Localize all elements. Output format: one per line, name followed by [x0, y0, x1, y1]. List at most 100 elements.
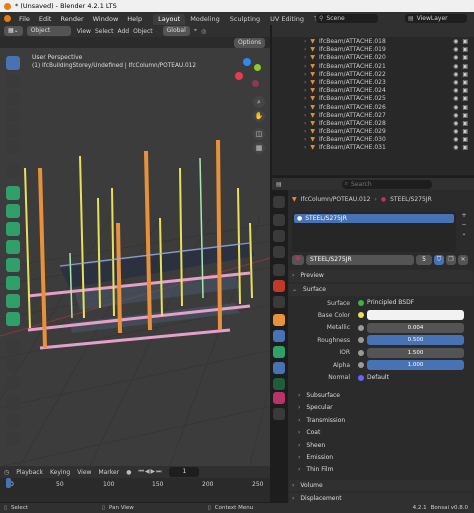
- wall-tool-icon[interactable]: [6, 186, 20, 200]
- pan-hand-icon[interactable]: ✋: [253, 110, 265, 122]
- transform-tool-icon[interactable]: [6, 140, 20, 154]
- cursor-tool-icon[interactable]: [6, 74, 20, 88]
- gizmo-z-axis[interactable]: [243, 58, 251, 66]
- physics-tab-icon[interactable]: [273, 346, 285, 358]
- subsection-transmission[interactable]: Transmission: [298, 415, 345, 426]
- fake-user-shield-icon[interactable]: ⛉: [434, 255, 444, 265]
- expand-chevron-icon[interactable]: ›: [304, 136, 306, 144]
- expand-chevron-icon[interactable]: ›: [304, 104, 306, 112]
- expand-chevron-icon[interactable]: ›: [304, 38, 306, 46]
- view-menu[interactable]: View: [77, 469, 91, 476]
- grid-tool-icon[interactable]: [6, 432, 20, 446]
- camera-view-icon[interactable]: ◫: [253, 128, 265, 140]
- viewport-3d[interactable]: User Perspective (1) IfcBuildingStorey/U…: [0, 48, 270, 466]
- output-tab-icon[interactable]: [273, 230, 285, 242]
- expand-chevron-icon[interactable]: ›: [304, 71, 306, 79]
- subsection-emission[interactable]: Emission: [298, 452, 333, 463]
- cube-tool-icon[interactable]: [6, 376, 20, 390]
- transform-orientation-select[interactable]: Global: [162, 26, 190, 36]
- gizmo-x-axis[interactable]: [235, 72, 243, 80]
- expand-chevron-icon[interactable]: ›: [304, 87, 306, 95]
- visibility-eye-icon[interactable]: ◉: [453, 128, 458, 136]
- material-name-field[interactable]: STEEL/S275JR: [306, 255, 414, 265]
- texture-tab-icon[interactable]: [273, 408, 285, 420]
- input-value[interactable]: 0.500: [367, 335, 464, 345]
- outliner-row[interactable]: › ▼ IfcBeam/ATTACHE.027 ◉ ▣: [272, 112, 474, 120]
- visibility-eye-icon[interactable]: ◉: [453, 71, 458, 79]
- select-box-tool-icon[interactable]: [6, 56, 20, 70]
- material-slot-list[interactable]: ● STEEL/S275JR: [292, 212, 456, 252]
- structural-tool-icon[interactable]: [6, 340, 20, 354]
- material-tab-icon[interactable]: [273, 392, 285, 404]
- camera-render-icon[interactable]: ▣: [462, 104, 468, 112]
- outliner-row[interactable]: › ▼ IfcBeam/ATTACHE.029 ◉ ▣: [272, 128, 474, 136]
- rotate-tool-icon[interactable]: [6, 108, 20, 122]
- outliner-row[interactable]: › ▼ IfcBeam/ATTACHE.019 ◉ ▣: [272, 46, 474, 54]
- menu-object[interactable]: Object: [133, 28, 153, 35]
- material-browse-icon[interactable]: ●: [292, 255, 304, 265]
- world-tab-icon[interactable]: [273, 280, 285, 292]
- duplicate-material-icon[interactable]: ❐: [446, 255, 456, 265]
- editor-type-button[interactable]: ▦⌄: [4, 26, 23, 36]
- marker-menu[interactable]: Marker: [98, 469, 119, 476]
- navigation-gizmo[interactable]: [232, 58, 262, 90]
- input-value[interactable]: Default: [367, 373, 464, 383]
- subsection-thin-film[interactable]: Thin Film: [298, 464, 333, 475]
- slot-menu-icon[interactable]: ⌄: [459, 230, 469, 239]
- tool-tab-icon[interactable]: [273, 196, 285, 208]
- timeline-area[interactable]: 0 50 100 150 200 250: [0, 478, 270, 502]
- playhead[interactable]: [6, 478, 11, 488]
- tab-sculpting[interactable]: Sculpting: [225, 14, 265, 25]
- menu-render[interactable]: Render: [60, 15, 83, 23]
- object-tab-icon[interactable]: [273, 314, 285, 326]
- outliner-row[interactable]: › ▼ IfcBeam/ATTACHE.022 ◉ ▣: [272, 71, 474, 79]
- camera-render-icon[interactable]: ▣: [462, 79, 468, 87]
- outliner-row[interactable]: › ▼ IfcBeam/ATTACHE.023 ◉ ▣: [272, 79, 474, 87]
- properties-search[interactable]: ⌕ Search: [341, 179, 432, 189]
- menu-help[interactable]: Help: [127, 15, 142, 23]
- playback-controls[interactable]: ⏮◀▶⏭: [138, 468, 162, 476]
- door-tool-icon[interactable]: [6, 222, 20, 236]
- tab-layout[interactable]: Layout: [153, 14, 186, 25]
- menu-add[interactable]: Add: [117, 28, 129, 35]
- camera-render-icon[interactable]: ▣: [462, 54, 468, 62]
- camera-render-icon[interactable]: ▣: [462, 95, 468, 103]
- menu-window[interactable]: Window: [93, 15, 119, 23]
- view-layer-tab-icon[interactable]: [273, 246, 285, 258]
- gizmo-neg-axis[interactable]: [252, 80, 259, 87]
- record-icon[interactable]: ●: [126, 469, 131, 476]
- camera-render-icon[interactable]: ▣: [462, 112, 468, 120]
- material-slot[interactable]: ● STEEL/S275JR: [294, 214, 454, 223]
- camera-render-icon[interactable]: ▣: [462, 38, 468, 46]
- expand-chevron-icon[interactable]: ›: [304, 128, 306, 136]
- camera-render-icon[interactable]: ▣: [462, 63, 468, 71]
- camera-render-icon[interactable]: ▣: [462, 120, 468, 128]
- column-tool-icon[interactable]: [6, 258, 20, 272]
- slab-tool-icon[interactable]: [6, 204, 20, 218]
- outliner-row[interactable]: › ▼ IfcBeam/ATTACHE.031 ◉ ▣: [272, 144, 474, 152]
- camera-render-icon[interactable]: ▣: [462, 144, 468, 152]
- add-slot-button[interactable]: +: [459, 212, 469, 221]
- outliner-row[interactable]: › ▼ IfcBeam/ATTACHE.018 ◉ ▣: [272, 38, 474, 46]
- expand-chevron-icon[interactable]: ›: [304, 112, 306, 120]
- scene-selector[interactable]: ⚲ Scene: [316, 14, 378, 23]
- outliner-row[interactable]: › ▼ IfcBeam/ATTACHE.028 ◉ ▣: [272, 120, 474, 128]
- keying-menu[interactable]: Keying: [50, 469, 70, 476]
- expand-chevron-icon[interactable]: ›: [304, 63, 306, 71]
- visibility-eye-icon[interactable]: ◉: [453, 144, 458, 152]
- current-frame-field[interactable]: 1: [169, 467, 200, 477]
- tab-uv-editing[interactable]: UV Editing: [265, 14, 309, 25]
- scene-tab-icon[interactable]: [273, 264, 285, 276]
- blender-menu-icon[interactable]: [4, 15, 11, 22]
- beam-tool-icon[interactable]: [6, 276, 20, 290]
- unlink-material-icon[interactable]: ✕: [458, 255, 468, 265]
- edit-tool-icon[interactable]: [6, 414, 20, 428]
- surface-shader-field[interactable]: Principled BSDF: [367, 298, 464, 308]
- outliner-row[interactable]: › ▼ IfcBeam/ATTACHE.030 ◉ ▣: [272, 136, 474, 144]
- outliner-row[interactable]: › ▼ IfcBeam/ATTACHE.025 ◉ ▣: [272, 95, 474, 103]
- remove-slot-button[interactable]: −: [459, 221, 469, 230]
- subsection-coat[interactable]: Coat: [298, 427, 320, 438]
- visibility-eye-icon[interactable]: ◉: [453, 46, 458, 54]
- camera-render-icon[interactable]: ▣: [462, 87, 468, 95]
- visibility-eye-icon[interactable]: ◉: [453, 112, 458, 120]
